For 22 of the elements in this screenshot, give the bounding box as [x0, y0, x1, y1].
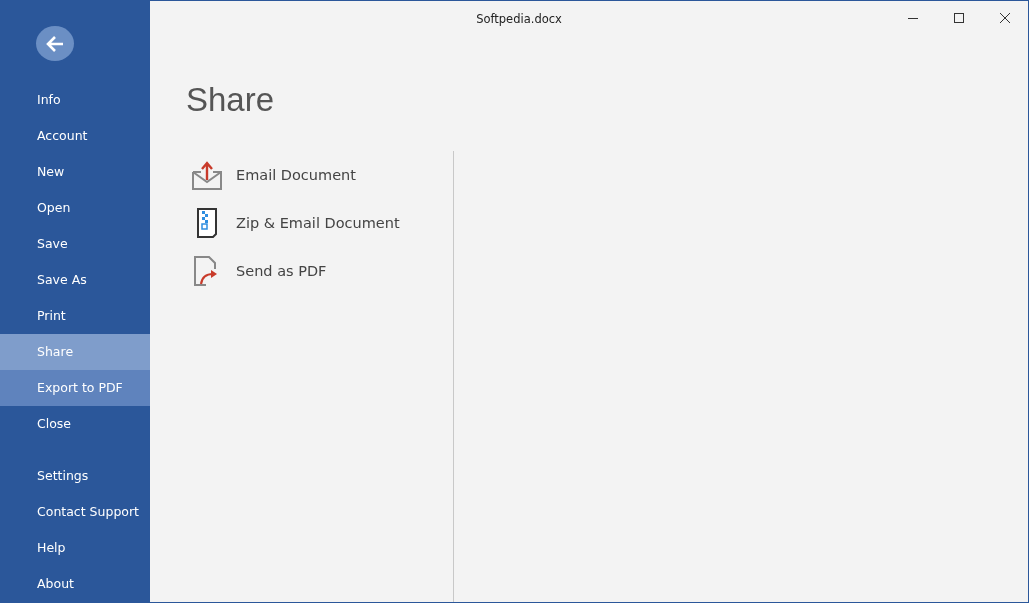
maximize-icon	[953, 12, 965, 24]
close-icon	[999, 12, 1011, 24]
sidebar-item[interactable]: Account	[0, 118, 150, 154]
back-button[interactable]	[36, 26, 74, 61]
sidebar-item[interactable]: Save	[0, 226, 150, 262]
sidebar-item[interactable]: Open	[0, 190, 150, 226]
page-heading: Share	[186, 81, 276, 119]
sidebar-item[interactable]: About	[0, 566, 150, 602]
sidebar-item[interactable]: Settings	[0, 458, 150, 494]
sidebar-item[interactable]: Info	[0, 82, 150, 118]
share-option[interactable]: Send as PDF	[190, 247, 453, 295]
sidebar-item[interactable]: Contact Support	[0, 494, 150, 530]
sidebar-item[interactable]: Close	[0, 406, 150, 442]
share-option[interactable]: Zip & Email Document	[190, 199, 453, 247]
window-title: Softpedia.docx	[476, 12, 562, 26]
sidebar-item[interactable]: Save As	[0, 262, 150, 298]
sidebar-item[interactable]: New	[0, 154, 150, 190]
share-option[interactable]: Email Document	[190, 151, 453, 199]
sidebar-item[interactable]: Export to PDF	[0, 370, 150, 406]
sidebar-item[interactable]: Help	[0, 530, 150, 566]
sidebar-item[interactable]: Print	[0, 298, 150, 334]
back-arrow-icon	[45, 34, 65, 53]
